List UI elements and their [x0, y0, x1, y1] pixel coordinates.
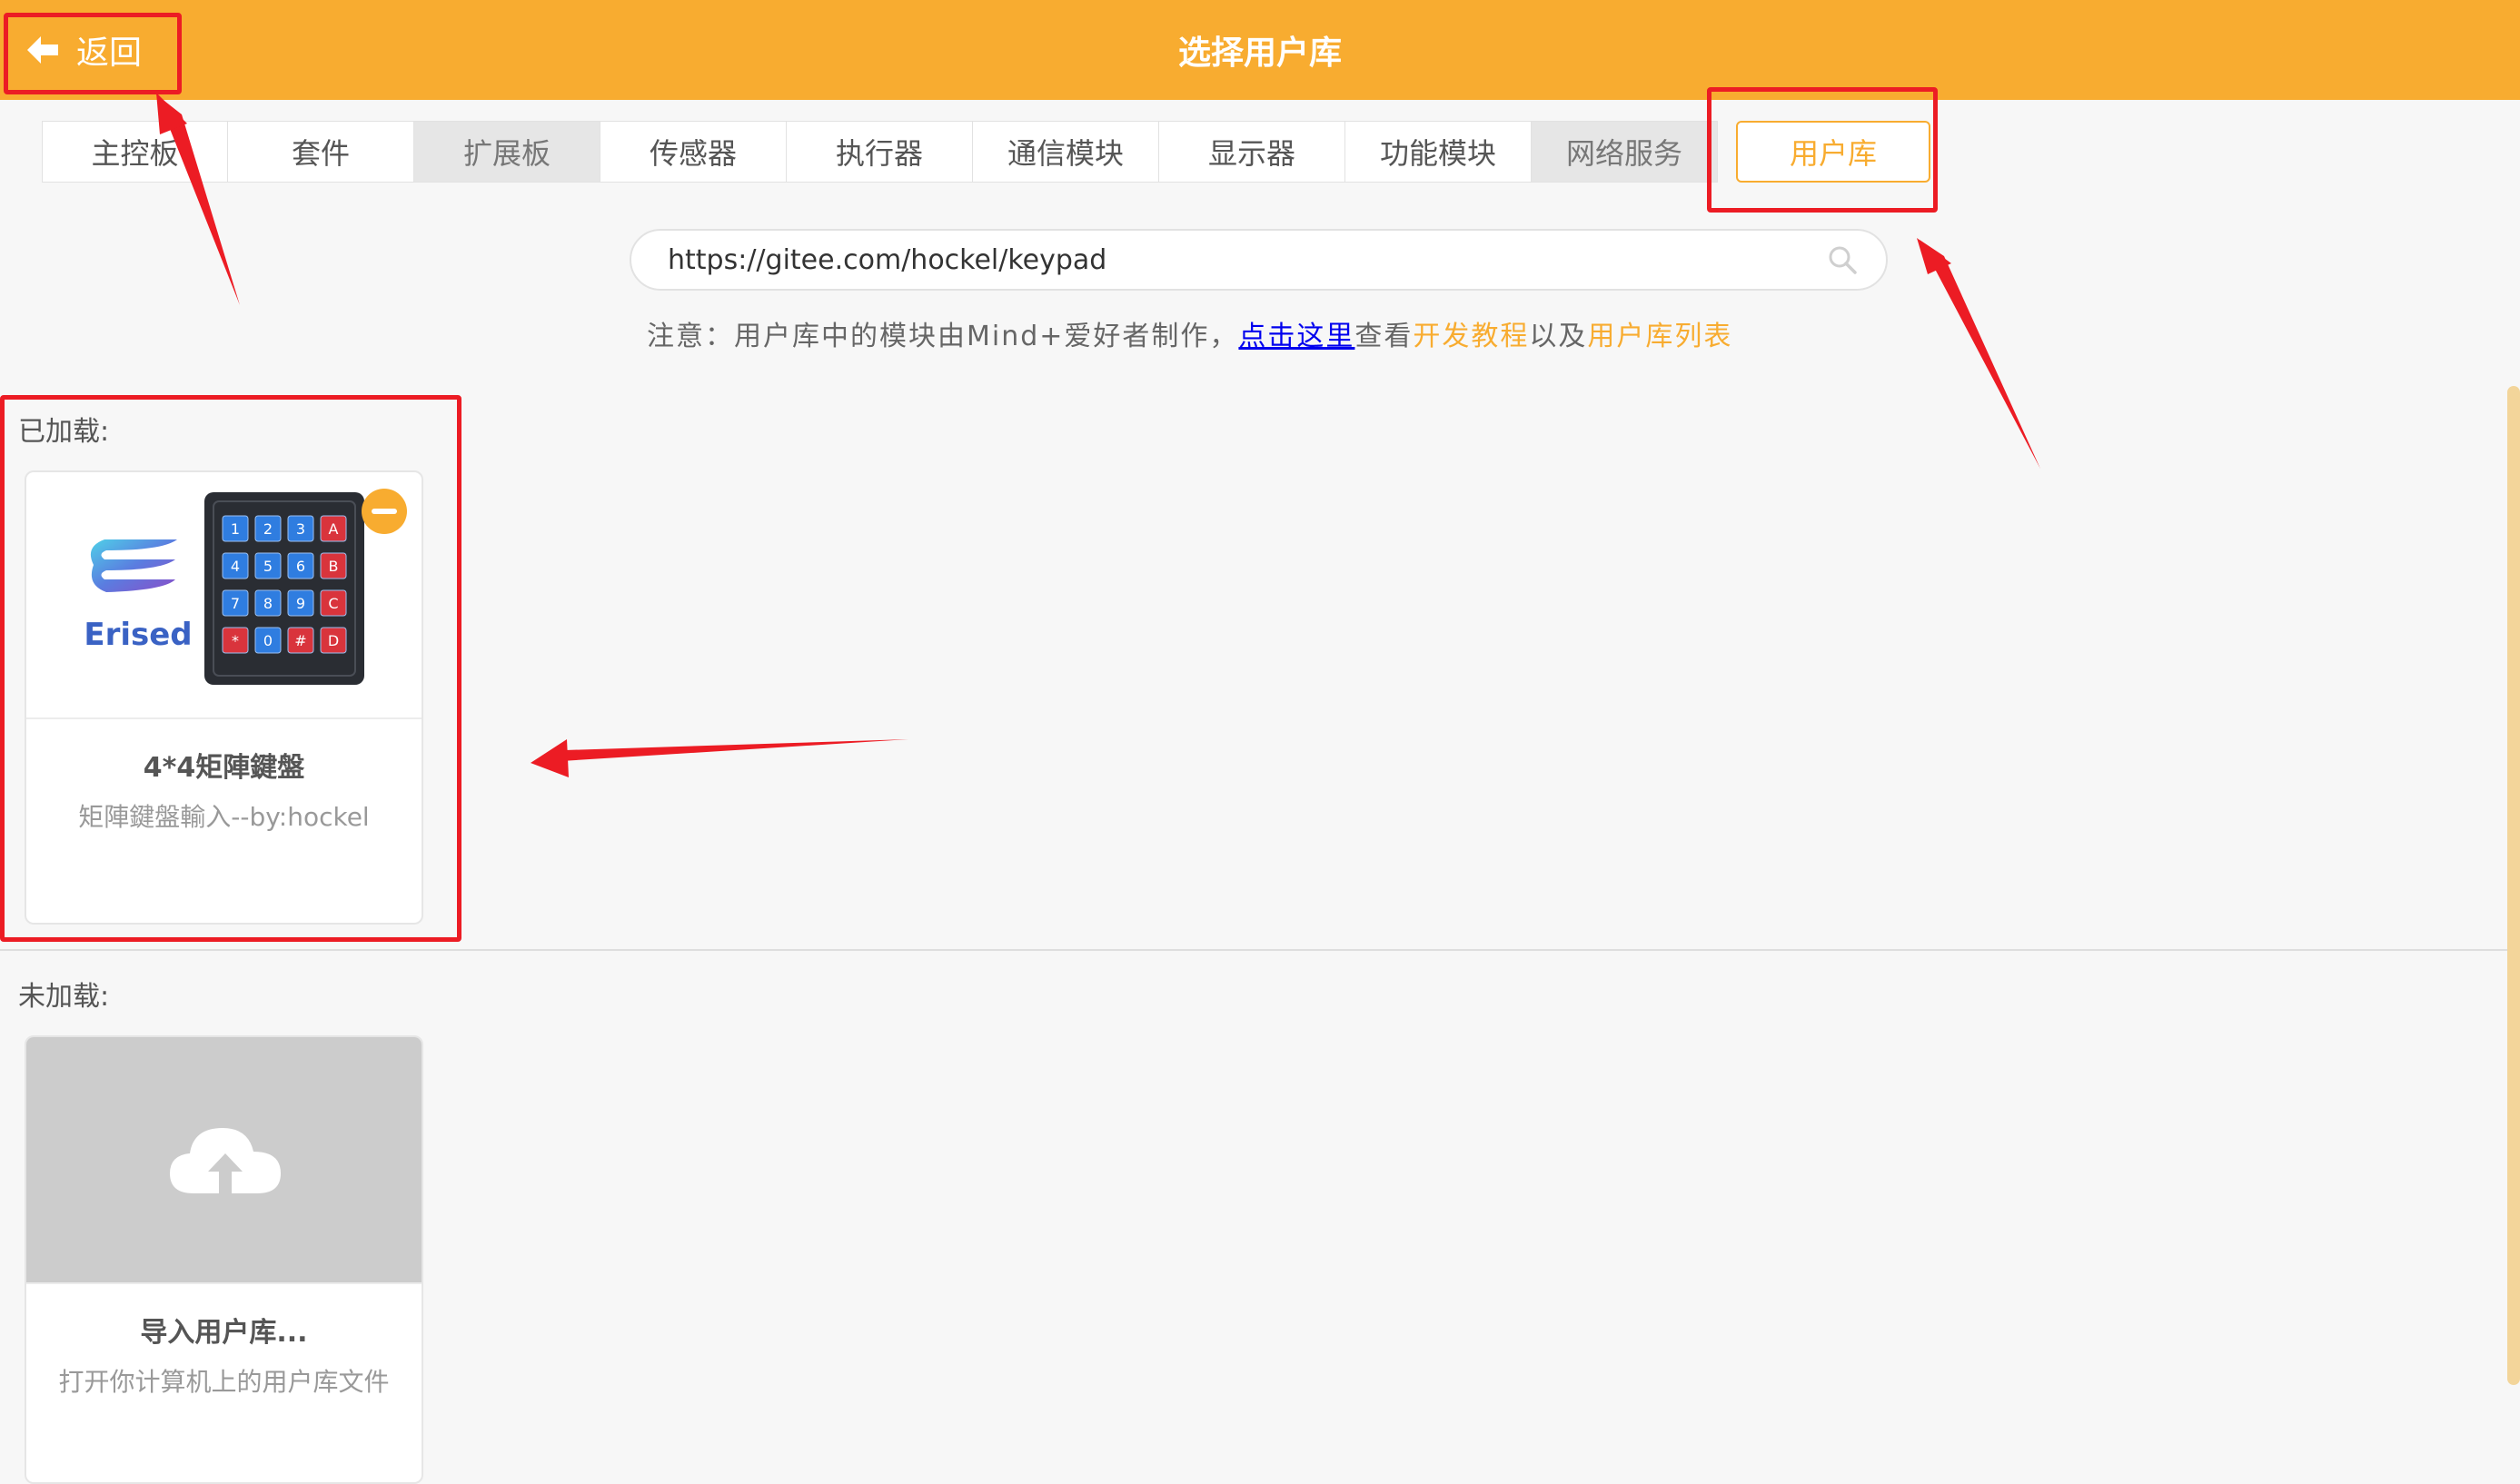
tab-function-module[interactable]: 功能模块: [1345, 121, 1532, 183]
annotation-arrow-card-head: [531, 739, 569, 777]
scrollbar[interactable]: [2507, 386, 2520, 1385]
card-description: 矩陣鍵盤輸入--by:hockel: [78, 802, 370, 832]
keypad-key-label: B: [329, 558, 339, 575]
search-bar: [630, 229, 1888, 291]
tab-actuator[interactable]: 执行器: [787, 121, 973, 183]
loaded-section-label: 已加载:: [18, 416, 110, 448]
tab-network-service[interactable]: 网络服务: [1532, 121, 1718, 183]
tab-expansion-board[interactable]: 扩展板: [414, 121, 600, 183]
back-label: 返回: [76, 35, 143, 72]
unloaded-section-label: 未加载:: [18, 981, 110, 1013]
library-list-link[interactable]: 用户库列表: [1587, 321, 1732, 352]
keypad-key-label: 5: [263, 558, 273, 575]
card-title: 4*4矩陣鍵盤: [143, 752, 305, 784]
tab-communication[interactable]: 通信模块: [973, 121, 1159, 183]
notice-view: 查看: [1354, 321, 1414, 352]
keypad-key-label: 0: [263, 632, 273, 649]
search-input[interactable]: [631, 242, 1824, 277]
card-media: Erised 1 2 3 A 4 5 6 B 7 8 9 C * 0 # D: [26, 472, 422, 719]
keypad-key-label: *: [232, 632, 239, 649]
annotation-arrow-tab: [1920, 240, 2040, 469]
category-tabs: 主控板 套件 扩展板 传感器 执行器 通信模块 显示器 功能模块 网络服务 用户…: [42, 121, 1930, 184]
keypad-key-label: 4: [231, 558, 240, 575]
notice-text: 注意：用户库中的模块由Mind+爱好者制作，点击这里查看开发教程以及用户库列表: [647, 313, 1732, 353]
keypad-key-label: D: [328, 632, 339, 649]
keypad-image: 1 2 3 A 4 5 6 B 7 8 9 C * 0 # D: [204, 492, 364, 685]
keypad-key-label: #: [294, 632, 306, 649]
annotation-arrow-card: [532, 739, 908, 763]
erised-logo: Erised: [84, 539, 193, 653]
import-card-description: 打开你计算机上的用户库文件: [58, 1367, 390, 1397]
annotation-arrow-tab-head: [1917, 238, 1951, 274]
cloud-upload-icon: [170, 1128, 281, 1193]
arrow-left-icon: [27, 36, 58, 64]
import-card-media: [26, 1037, 422, 1284]
tab-sensor[interactable]: 传感器: [600, 121, 787, 183]
tab-user-library[interactable]: 用户库: [1736, 121, 1930, 183]
back-button[interactable]: 返回: [25, 24, 142, 76]
keypad-key-label: 7: [231, 595, 240, 612]
keypad-key-label: 6: [296, 558, 305, 575]
page-title: 选择用户库: [1177, 35, 1342, 72]
keypad-key-label: C: [328, 595, 338, 612]
tab-display[interactable]: 显示器: [1159, 121, 1345, 183]
section-divider: [0, 949, 2507, 951]
notice-and: 以及: [1529, 321, 1588, 352]
tab-main-board[interactable]: 主控板: [42, 121, 228, 183]
search-icon[interactable]: [1824, 242, 1860, 278]
dev-tutorial-link[interactable]: 开发教程: [1413, 321, 1529, 352]
svg-text:Erised: Erised: [84, 617, 192, 653]
tab-kit[interactable]: 套件: [228, 121, 414, 183]
keypad-key-label: 2: [263, 520, 273, 538]
keypad-key-label: 1: [231, 520, 240, 538]
keypad-key-label: 3: [296, 520, 305, 538]
keypad-key-label: 8: [263, 595, 273, 612]
import-library-card[interactable]: 导入用户库... 打开你计算机上的用户库文件: [25, 1035, 423, 1484]
remove-library-button[interactable]: [362, 489, 407, 534]
notice-prefix: 注意：用户库中的模块由Mind+爱好者制作，: [647, 321, 1239, 352]
keypad-key-label: 9: [296, 595, 305, 612]
keypad-key-label: A: [329, 520, 339, 538]
library-card-keypad[interactable]: Erised 1 2 3 A 4 5 6 B 7 8 9 C * 0 # D 4*4矩陣鍵盤 矩陣鍵盤輸入--…: [25, 470, 423, 925]
click-here-link[interactable]: 点击这里: [1238, 321, 1354, 352]
import-card-title: 导入用户库...: [140, 1317, 308, 1349]
